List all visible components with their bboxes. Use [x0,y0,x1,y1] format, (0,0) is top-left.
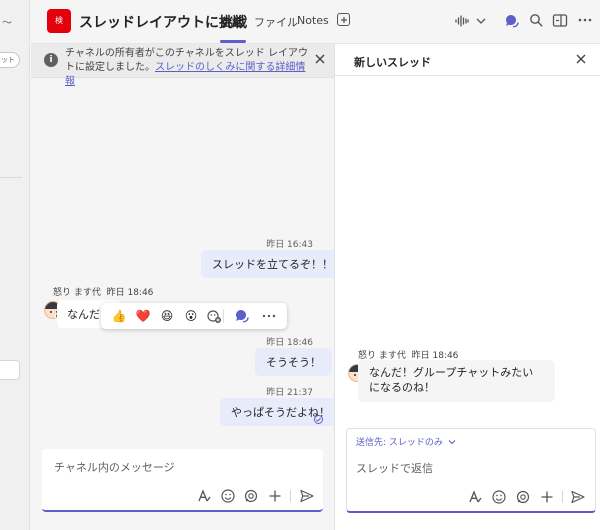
more-options-icon[interactable] [261,308,277,324]
like-reaction-icon[interactable]: 👍 [111,308,127,324]
chat-icon[interactable] [504,13,520,29]
message-composer: チャネル内のメッセージ [42,449,323,512]
message-timestamp: 昨日 21:37 [266,388,313,398]
format-icon[interactable] [196,488,212,504]
rail-pill-button[interactable]: ット [0,52,20,68]
laugh-reaction-icon[interactable]: 😆 [159,308,175,324]
toolbar-divider [562,491,563,503]
team-avatar: 検 [47,9,71,33]
format-icon[interactable] [467,489,483,505]
loop-component-icon[interactable] [243,488,259,504]
sender-name: 怒り ます代 [53,288,101,298]
active-tab-indicator [220,40,246,43]
message-timestamp: 昨日 18:46 [106,288,154,298]
more-options-icon[interactable] [578,18,592,22]
rail-item[interactable] [0,360,20,380]
info-icon: i [44,53,58,67]
tab-notes[interactable]: Notes [297,14,329,27]
close-icon[interactable] [575,53,587,65]
thread-message-bubble[interactable]: なんだ！グループチャットみたいになるのね！ [358,360,555,402]
thread-reply-composer: 送信先: スレッドのみ スレッドで返信 [346,428,596,513]
reply-thread-icon[interactable] [234,308,250,324]
message-timestamp: 昨日 18:46 [266,338,313,348]
message-bubble[interactable]: スレッドを立てるぞ！！ [201,250,344,278]
send-to-label: 送信先: スレッドのみ [356,438,443,448]
close-icon[interactable] [314,53,326,65]
add-icon[interactable] [539,489,555,505]
toolbar-divider [290,490,291,502]
conversation-area: i チャネルの所有者がこのチャネルをスレッド レイアウトに設定しました。スレッド… [31,44,344,530]
audio-waveform-icon[interactable] [454,13,470,29]
pane-divider [335,75,600,76]
thread-pane-title: 新しいスレッド [354,56,431,69]
message-bubble[interactable]: そうそう！ [255,348,332,376]
heart-reaction-icon[interactable]: ❤️ [135,308,151,324]
surprised-reaction-icon[interactable]: 😮 [183,308,199,324]
message-timestamp: 昨日 16:43 [266,240,313,250]
add-tab-icon[interactable] [337,13,350,26]
thread-pane: 新しいスレッド 怒り ます代 昨日 18:46 なんだ！グループチャットみたいに… [334,44,600,530]
send-icon[interactable] [299,488,315,504]
channel-header: 検 スレッドレイアウトに挑戦 会話 ファイル Notes [31,0,600,44]
tab-conversation[interactable]: 会話 [221,14,243,30]
chevron-down-icon[interactable] [476,17,486,25]
left-rail: 〜 ット [0,0,30,530]
search-icon[interactable] [529,13,544,28]
info-banner: i チャネルの所有者がこのチャネルをスレッド レイアウトに設定しました。スレッド… [31,44,334,87]
seen-check-icon [314,415,323,424]
rail-chevron-icon[interactable]: 〜 [2,14,12,29]
emoji-icon[interactable] [220,488,236,504]
loop-component-icon[interactable] [515,489,531,505]
rail-divider [0,177,22,178]
toolbar-divider [223,309,224,323]
message-sender: 怒り ます代 昨日 18:46 [53,285,153,298]
chevron-down-icon [448,440,456,445]
send-to-selector[interactable]: 送信先: スレッドのみ [356,435,456,448]
more-reactions-icon[interactable] [206,308,222,324]
message-input[interactable]: チャネル内のメッセージ [54,459,175,475]
open-pane-icon[interactable] [552,13,568,28]
reaction-toolbar: 👍 ❤️ 😆 😮 [101,303,287,329]
emoji-icon[interactable] [491,489,507,505]
add-icon[interactable] [267,488,283,504]
reply-input[interactable]: スレッドで返信 [356,460,433,476]
tab-files[interactable]: ファイル [254,14,298,30]
message-bubble[interactable]: やっぱそうだよね！ [220,398,341,426]
send-icon[interactable] [570,489,586,505]
